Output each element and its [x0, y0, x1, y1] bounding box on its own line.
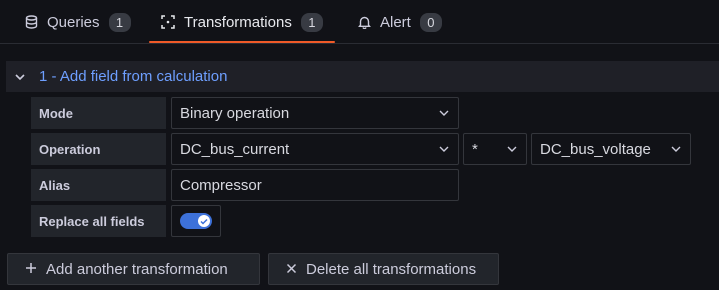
add-transformation-label: Add another transformation [46, 260, 228, 278]
chevron-down-icon [670, 146, 682, 152]
tab-transformations[interactable]: Transformations 1 [149, 0, 335, 44]
replace-all-label: Replace all fields [31, 205, 166, 237]
operation-label: Operation [31, 133, 166, 165]
tab-bar: Queries 1 Transformations 1 Alert 0 [0, 0, 719, 44]
tab-alert[interactable]: Alert 0 [357, 0, 442, 44]
tab-queries[interactable]: Queries 1 [24, 0, 131, 44]
mode-label: Mode [31, 97, 166, 129]
tab-count-badge: 0 [419, 12, 442, 32]
right-operand-select[interactable]: DC_bus_voltage [531, 133, 691, 165]
mode-select[interactable]: Binary operation [171, 97, 459, 129]
check-icon [198, 215, 210, 227]
plus-icon [25, 261, 37, 278]
database-icon [24, 15, 38, 29]
delete-all-transformations-button[interactable]: Delete all transformations [268, 253, 499, 285]
chevron-down-icon[interactable] [14, 73, 34, 81]
tab-label: Queries [47, 13, 100, 31]
transformations-panel: Queries 1 Transformations 1 Alert 0 1 - … [0, 0, 719, 290]
replace-all-toggle-container [171, 205, 221, 237]
operator-value: * [472, 140, 478, 158]
transformation-title: 1 - Add field from calculation [39, 68, 228, 85]
close-icon [286, 261, 297, 278]
left-operand-value: DC_bus_current [180, 140, 290, 158]
tab-count-badge: 1 [108, 12, 131, 32]
replace-all-toggle[interactable] [180, 213, 212, 229]
chevron-down-icon [438, 146, 450, 152]
transformation-header[interactable]: 1 - Add field from calculation [6, 61, 719, 92]
tab-label: Transformations [184, 13, 292, 31]
operator-select[interactable]: * [463, 133, 527, 165]
bell-icon [357, 15, 371, 29]
alias-value: Compressor [180, 176, 262, 194]
transform-icon [161, 15, 175, 29]
delete-all-label: Delete all transformations [306, 260, 477, 278]
right-operand-value: DC_bus_voltage [540, 140, 651, 158]
mode-value: Binary operation [180, 104, 290, 122]
alias-input[interactable]: Compressor [171, 169, 459, 201]
chevron-down-icon [438, 110, 450, 116]
tab-label: Alert [380, 13, 411, 31]
add-transformation-button[interactable]: Add another transformation [7, 253, 260, 285]
left-operand-select[interactable]: DC_bus_current [171, 133, 459, 165]
alias-label: Alias [31, 169, 166, 201]
chevron-down-icon [506, 146, 518, 152]
tab-count-badge: 1 [300, 12, 323, 32]
